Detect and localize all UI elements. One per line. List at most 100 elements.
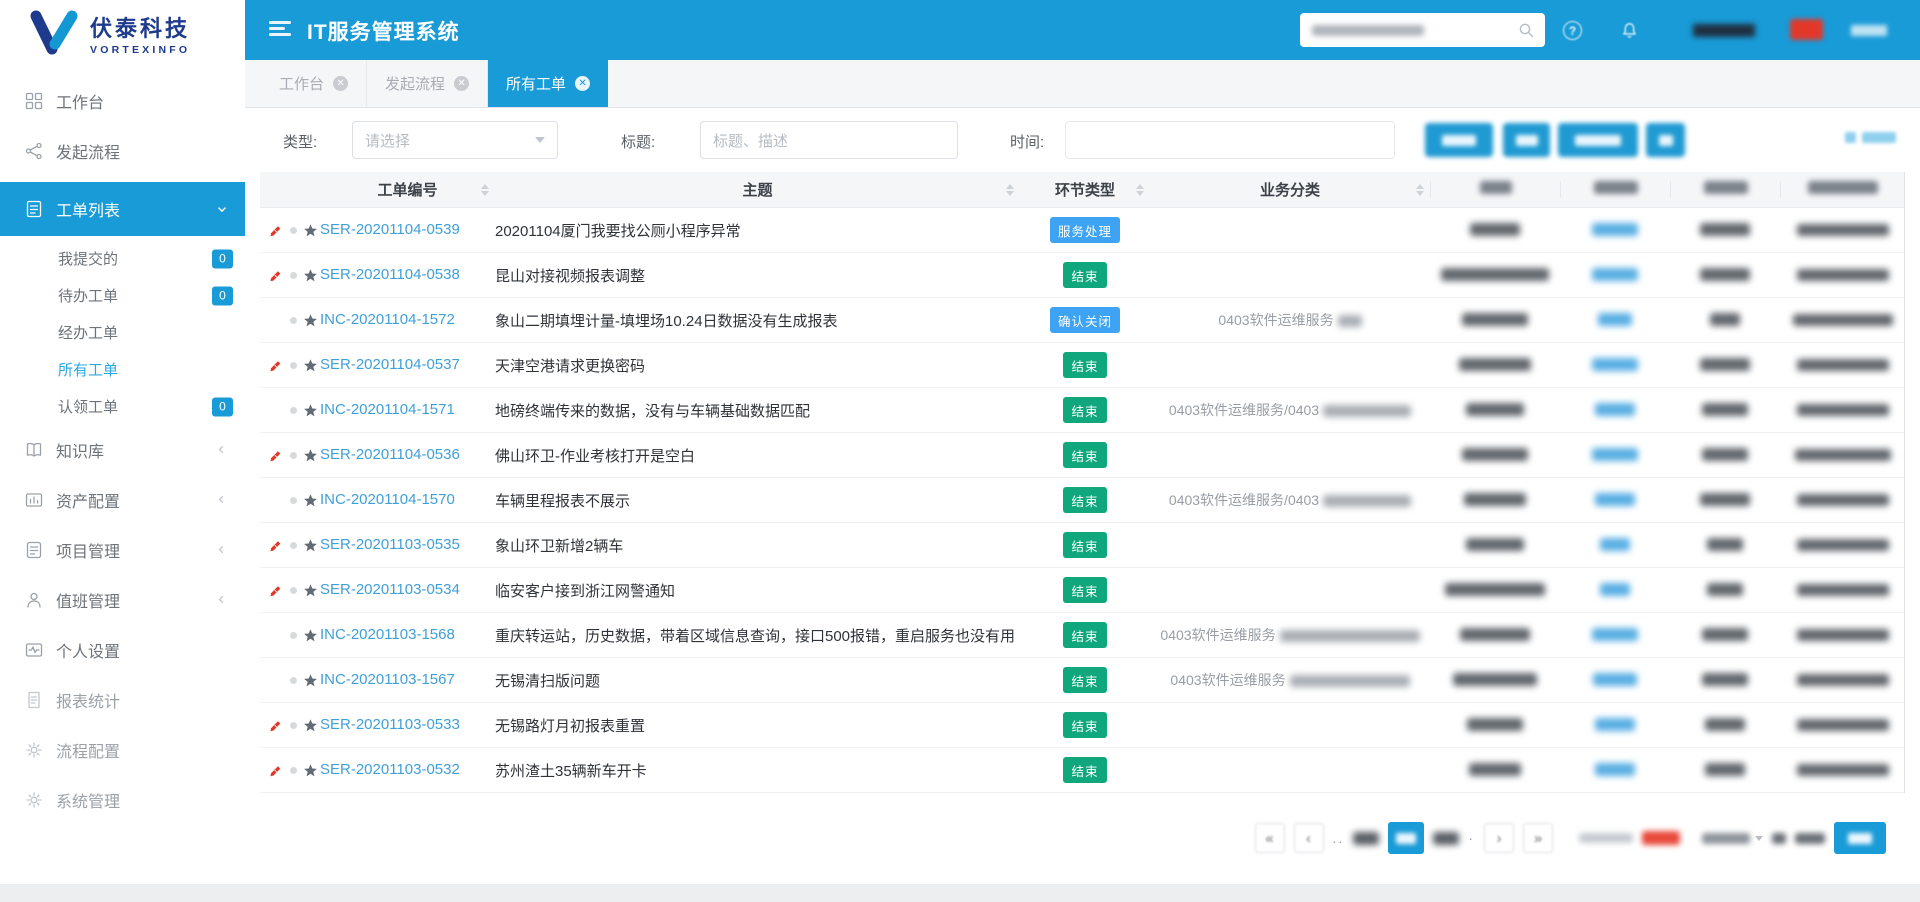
column-header-工单编号[interactable]: 工单编号 (320, 179, 495, 200)
sort-icon[interactable] (1136, 184, 1144, 196)
redacted-column-header[interactable] (1430, 181, 1560, 198)
redacted-page-number[interactable] (1433, 832, 1459, 845)
sidebar-item-知识库[interactable]: 知识库 (0, 425, 245, 475)
star-icon[interactable] (303, 358, 318, 373)
tab-工作台[interactable]: 工作台✕ (261, 60, 367, 107)
sidebar-subitem-认领工单[interactable]: 认领工单0 (0, 388, 245, 425)
work-order-id-link[interactable]: SER-20201103-0534 (320, 581, 460, 598)
table-row[interactable]: SER-20201104-053920201104厦门我要找公厕小程序异常服务处… (260, 208, 1904, 253)
star-icon[interactable] (303, 403, 318, 418)
prev-page-button[interactable]: ‹ (1294, 823, 1324, 853)
redacted-expand-link[interactable] (1845, 132, 1896, 143)
type-select[interactable]: 请选择 (352, 121, 558, 159)
global-search-input[interactable] (1300, 13, 1545, 47)
redacted-reset-button[interactable] (1503, 123, 1550, 157)
column-header-环节类型[interactable]: 环节类型 (1020, 179, 1150, 200)
menu-toggle-icon[interactable] (269, 21, 291, 39)
stage-tag: 结束 (1063, 487, 1106, 513)
sidebar-item-工作台[interactable]: 工作台 (0, 76, 245, 126)
redacted-search-button[interactable] (1425, 123, 1493, 157)
tab-所有工单[interactable]: 所有工单✕ (488, 60, 608, 107)
sidebar-subitem-我提交的[interactable]: 我提交的0 (0, 240, 245, 277)
table-row[interactable]: SER-20201104-0536佛山环卫-作业考核打开是空白结束 (260, 433, 1904, 478)
table-row[interactable]: INC-20201103-1567无锡清扫版问题结束0403软件运维服务 (260, 658, 1904, 703)
star-icon[interactable] (303, 223, 318, 238)
table-row[interactable]: SER-20201103-0534临安客户接到浙江网警通知结束 (260, 568, 1904, 613)
redacted-page-number[interactable] (1353, 832, 1379, 845)
first-page-button[interactable]: « (1255, 823, 1285, 853)
work-order-id-link[interactable]: SER-20201104-0538 (320, 266, 460, 283)
current-page-button[interactable] (1388, 822, 1424, 854)
star-icon[interactable] (303, 583, 318, 598)
next-page-button[interactable]: › (1484, 823, 1514, 853)
table-row[interactable]: SER-20201104-0537天津空港请求更换密码结束 (260, 343, 1904, 388)
title-input[interactable]: 标题、描述 (700, 121, 958, 159)
work-order-id-link[interactable]: SER-20201104-0537 (320, 356, 460, 373)
work-order-id-link[interactable]: INC-20201104-1571 (320, 401, 455, 418)
star-icon[interactable] (303, 538, 318, 553)
star-icon[interactable] (303, 763, 318, 778)
table-row[interactable]: INC-20201104-1571地磅终端传来的数据，没有与车辆基础数据匹配结束… (260, 388, 1904, 433)
redacted-logout-link[interactable] (1851, 25, 1887, 36)
work-order-id-link[interactable]: SER-20201103-0532 (320, 761, 460, 778)
star-icon[interactable] (303, 718, 318, 733)
work-order-id-link[interactable]: INC-20201104-1570 (320, 491, 455, 508)
work-order-id-link[interactable]: INC-20201104-1572 (320, 311, 455, 328)
redacted-column-header[interactable] (1780, 181, 1905, 198)
time-range-input[interactable] (1065, 121, 1395, 159)
redacted-locale-flag-icon[interactable] (1790, 19, 1823, 40)
table-row[interactable]: INC-20201103-1568重庆转运站，历史数据，带着区域信息查询，接口5… (260, 613, 1904, 658)
table-row[interactable]: INC-20201104-1572象山二期填埋计量-填埋场10.24日数据没有生… (260, 298, 1904, 343)
redacted-column-header[interactable] (1560, 181, 1670, 198)
close-icon[interactable]: ✕ (575, 76, 590, 91)
sidebar-subitem-经办工单[interactable]: 经办工单 (0, 314, 245, 351)
last-page-button[interactable]: » (1523, 823, 1553, 853)
table-row[interactable]: SER-20201103-0532苏州渣土35辆新车开卡结束 (260, 748, 1904, 793)
notifications-bell-icon[interactable] (1620, 21, 1639, 40)
work-order-id-link[interactable]: INC-20201103-1568 (320, 626, 455, 643)
sidebar-item-资产配置[interactable]: 资产配置 (0, 475, 245, 525)
table-row[interactable]: INC-20201104-1570车辆里程报表不展示结束0403软件运维服务/0… (260, 478, 1904, 523)
work-order-id-link[interactable]: INC-20201103-1567 (320, 671, 455, 688)
sidebar-item-系统管理[interactable]: 系统管理 (0, 775, 245, 825)
work-order-id-link[interactable]: SER-20201104-0536 (320, 446, 460, 463)
column-header-主题[interactable]: 主题 (495, 179, 1020, 200)
sidebar-subitem-所有工单[interactable]: 所有工单 (0, 351, 245, 388)
sidebar-item-项目管理[interactable]: 项目管理 (0, 525, 245, 575)
table-row[interactable]: SER-20201103-0533无锡路灯月初报表重置结束 (260, 703, 1904, 748)
work-order-id-link[interactable]: SER-20201103-0533 (320, 716, 460, 733)
work-order-id-link[interactable]: SER-20201104-0539 (320, 221, 460, 238)
redacted-cell (1430, 626, 1560, 644)
redacted-user-name[interactable] (1693, 24, 1755, 37)
sidebar-item-发起流程[interactable]: 发起流程 (0, 126, 245, 176)
table-row[interactable]: SER-20201103-0535象山环卫新增2辆车结束 (260, 523, 1904, 568)
close-icon[interactable]: ✕ (454, 76, 469, 91)
tab-发起流程[interactable]: 发起流程✕ (367, 60, 488, 107)
help-icon[interactable]: ? (1563, 21, 1582, 40)
column-header-业务分类[interactable]: 业务分类 (1150, 179, 1430, 200)
sidebar-item-流程配置[interactable]: 流程配置 (0, 725, 245, 775)
table-row[interactable]: SER-20201104-0538昆山对接视频报表调整结束 (260, 253, 1904, 298)
sidebar-item-值班管理[interactable]: 值班管理 (0, 575, 245, 625)
page-size-select[interactable] (1702, 833, 1763, 844)
redacted-extra-button[interactable] (1646, 123, 1685, 157)
sort-icon[interactable] (1416, 184, 1424, 196)
sidebar-item-个人设置[interactable]: 个人设置 (0, 625, 245, 675)
redacted-advanced-button[interactable] (1558, 123, 1638, 157)
redacted-jump-input[interactable] (1795, 833, 1825, 844)
star-icon[interactable] (303, 448, 318, 463)
close-icon[interactable]: ✕ (333, 76, 348, 91)
sidebar-item-报表统计[interactable]: 报表统计 (0, 675, 245, 725)
star-icon[interactable] (303, 628, 318, 643)
star-icon[interactable] (303, 268, 318, 283)
redacted-column-header[interactable] (1670, 181, 1780, 198)
sidebar-item-工单列表[interactable]: 工单列表 (0, 182, 245, 236)
redacted-go-button[interactable] (1834, 822, 1886, 854)
sort-icon[interactable] (481, 184, 489, 196)
sort-icon[interactable] (1006, 184, 1014, 196)
star-icon[interactable] (303, 493, 318, 508)
star-icon[interactable] (303, 313, 318, 328)
sidebar-subitem-待办工单[interactable]: 待办工单0 (0, 277, 245, 314)
work-order-id-link[interactable]: SER-20201103-0535 (320, 536, 460, 553)
star-icon[interactable] (303, 673, 318, 688)
